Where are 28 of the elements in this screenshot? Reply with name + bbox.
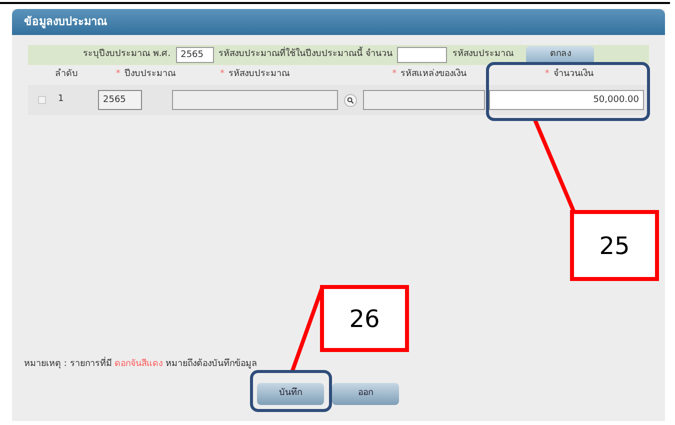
note-text: หมายเหตุ : รายการที่มี ดอกจันสีแดง หมายถึงต้องบันทึกข้อมูล [23, 358, 258, 370]
callout-label: 25 [570, 210, 659, 281]
budget-code-field[interactable] [172, 90, 338, 110]
year-field[interactable]: 2565 [176, 47, 214, 63]
panel-header: ข้อมูลงบประมาณ [12, 9, 665, 35]
search-button[interactable] [344, 94, 357, 106]
exit-button[interactable]: ออก [332, 383, 399, 405]
column-header: ปีงบประมาณ [124, 68, 176, 82]
required-mark: * [544, 68, 550, 82]
fund-source-field[interactable] [363, 90, 485, 110]
filter-label: ระบุปีงบประมาณ พ.ศ. [83, 48, 171, 62]
year-field[interactable]: 2565 [98, 90, 142, 110]
search-icon [347, 96, 354, 104]
count-field[interactable] [397, 47, 448, 63]
column-header: จำนวนเงิน [553, 68, 594, 82]
column-header: รหัสแหล่งของเงิน [400, 68, 467, 82]
amount-field[interactable]: 50,000.00 [489, 90, 644, 110]
column-header: ลำดับ [54, 68, 78, 82]
required-mark: * [392, 68, 397, 82]
save-button[interactable]: บันทึก [257, 383, 324, 405]
row-checkbox[interactable] [38, 96, 46, 104]
required-mark: * [116, 68, 120, 82]
filter-label: รหัสงบประมาณที่ใช้ในปีงบประมาณนี้ จำนวน [218, 48, 392, 62]
required-mark: * [220, 68, 224, 82]
callout-label: 26 [320, 285, 409, 352]
filter-label: รหัสงบประมาณ [452, 48, 514, 62]
column-header: รหัสงบประมาณ [228, 68, 290, 82]
row-number: 1 [58, 93, 65, 106]
